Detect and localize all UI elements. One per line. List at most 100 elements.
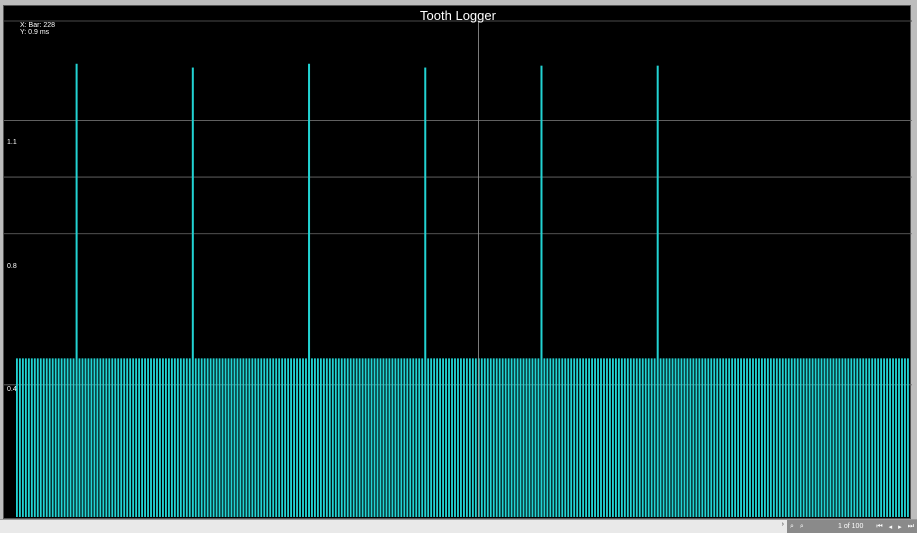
tooth-bar <box>659 358 662 517</box>
tooth-bar <box>433 358 436 517</box>
tooth-bar <box>260 358 263 517</box>
last-page-icon[interactable]: ⏭ <box>905 523 917 531</box>
tooth-bar <box>230 358 233 517</box>
tooth-bar <box>677 358 680 517</box>
tooth-bar <box>650 358 653 517</box>
tooth-bar <box>144 358 146 517</box>
tooth-bar <box>817 358 820 517</box>
tooth-bar <box>385 358 388 517</box>
tooth-bar <box>334 358 337 517</box>
tooth-bar <box>838 358 841 517</box>
tooth-bar <box>209 358 212 517</box>
tooth-bar <box>299 358 301 517</box>
tooth-bar <box>501 358 504 517</box>
tooth-bar <box>641 358 644 517</box>
tooth-bar <box>314 358 316 517</box>
y-tick-label: 0.4 <box>7 386 17 393</box>
tooth-bar <box>558 358 561 517</box>
tooth-bar <box>147 358 149 517</box>
tooth-bar <box>740 358 742 517</box>
tooth-bar <box>248 358 251 517</box>
tooth-bar <box>236 358 239 517</box>
tooth-bar <box>454 358 456 517</box>
zoom-in-icon[interactable]: ⌕ <box>787 523 797 531</box>
prev-page-icon[interactable]: ◂ <box>886 523 896 531</box>
tooth-bar <box>87 358 90 517</box>
tooth-bar <box>737 358 740 517</box>
tooth-bar <box>179 358 182 517</box>
tooth-bar <box>340 358 343 517</box>
tooth-bar <box>63 358 66 517</box>
tooth-bar <box>573 358 576 517</box>
tooth-bar <box>680 358 683 517</box>
tooth-bar <box>901 358 903 517</box>
page-navigator: ⌕ ⌕ 1 of 100 ⏮ ◂ ▸ ⏭ <box>787 520 917 533</box>
tooth-bar <box>755 358 757 517</box>
tooth-bar <box>629 358 632 517</box>
tooth-bar <box>439 358 442 517</box>
tooth-bar <box>322 358 325 517</box>
missing-tooth-bar <box>191 67 194 518</box>
tooth-bar <box>686 358 689 517</box>
chart-area[interactable]: Tooth Logger X: Bar: 228 Y: 0.9 ms 1.1 0… <box>3 5 912 519</box>
tooth-bar <box>415 358 418 517</box>
tooth-bar <box>60 358 63 517</box>
tooth-bar <box>638 358 641 517</box>
tooth-bar <box>468 358 471 517</box>
tooth-bar <box>176 358 179 517</box>
tooth-bar <box>513 358 516 517</box>
tooth-bar <box>406 358 409 517</box>
page-number[interactable]: 1 <box>836 523 844 530</box>
tooth-bar <box>48 358 51 517</box>
tooth-bar <box>725 358 728 517</box>
tooth-bar <box>692 358 695 517</box>
tooth-bar <box>829 358 832 517</box>
tooth-bar <box>69 358 72 517</box>
tooth-bar <box>400 358 403 517</box>
missing-tooth-bar <box>308 63 311 518</box>
tooth-bar <box>898 358 900 517</box>
next-page-icon[interactable]: ▸ <box>895 523 905 531</box>
tooth-bar <box>445 358 447 517</box>
scroll-right-icon[interactable]: › <box>782 521 784 528</box>
tooth-bar <box>489 358 492 517</box>
readout-y: Y: 0.9 ms <box>20 29 50 36</box>
tooth-bar <box>266 358 269 517</box>
tooth-bar <box>883 358 886 517</box>
tooth-bar <box>242 358 245 517</box>
tooth-bar <box>162 358 164 517</box>
chart-title: Tooth Logger <box>420 8 496 23</box>
tooth-bar <box>102 358 105 517</box>
tooth-bar <box>305 358 307 517</box>
tooth-bar <box>525 358 528 517</box>
tooth-bar <box>269 358 272 517</box>
zoom-out-icon[interactable]: ⌕ <box>797 523 807 531</box>
tooth-bar <box>460 358 462 517</box>
tooth-bar <box>689 358 692 517</box>
tooth-bar <box>516 358 519 517</box>
tooth-bar <box>391 358 394 517</box>
tooth-bar <box>719 358 722 517</box>
tooth-bar <box>367 358 370 517</box>
tooth-bar <box>325 358 328 517</box>
tooth-bar <box>272 358 275 517</box>
tooth-bar <box>227 358 230 517</box>
tooth-bar <box>597 358 599 517</box>
tooth-bar <box>51 358 54 517</box>
tooth-bar <box>239 358 242 517</box>
tooth-bar <box>471 358 474 517</box>
tooth-bar <box>284 358 287 517</box>
tooth-bar <box>319 358 322 517</box>
tooth-bar <box>170 358 173 517</box>
tooth-bar <box>707 358 710 517</box>
tooth-bar <box>281 358 284 517</box>
tooth-bar <box>165 358 167 517</box>
cursor-readout: X: Bar: 228 Y: 0.9 ms <box>20 22 55 36</box>
tooth-bar <box>743 358 745 517</box>
first-page-icon[interactable]: ⏮ <box>873 523 885 531</box>
tooth-bar <box>552 358 555 517</box>
tooth-bar <box>877 358 880 517</box>
tooth-bar <box>492 358 495 517</box>
tooth-bar <box>18 358 21 517</box>
tooth-bar <box>394 358 397 517</box>
